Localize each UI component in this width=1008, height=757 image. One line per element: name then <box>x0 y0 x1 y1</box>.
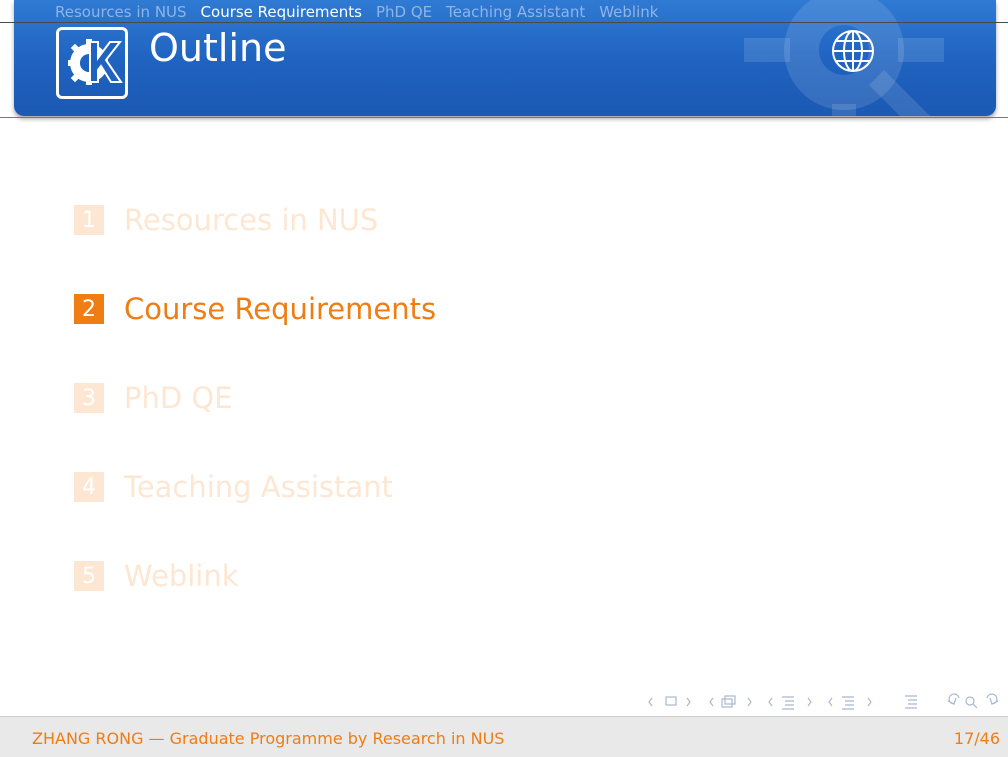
header-divider <box>0 22 1008 23</box>
document-icon[interactable] <box>842 696 854 710</box>
frame-icon[interactable] <box>665 696 677 706</box>
outline-label-1: Resources in NUS <box>124 203 379 237</box>
globe-icon <box>832 30 874 72</box>
outline-number-1: 1 <box>74 205 104 235</box>
nav-weblink[interactable]: Weblink <box>599 3 658 21</box>
header-bottom-divider <box>0 117 1008 118</box>
nav-course-requirements[interactable]: Course Requirements <box>201 3 362 21</box>
footer-bar: ZHANG RONG — Graduate Programme by Resea… <box>0 716 1008 757</box>
beamer-navigation-symbols <box>648 692 1003 712</box>
back-icon[interactable] <box>947 693 960 705</box>
next-subsection-icon[interactable] <box>747 697 752 707</box>
prev-frame-icon[interactable] <box>648 697 653 707</box>
section-icon[interactable] <box>782 696 794 710</box>
appendix-icon[interactable] <box>905 695 917 709</box>
search-icon[interactable] <box>965 696 978 709</box>
outline-label-3: PhD QE <box>124 381 233 415</box>
prev-subsection-icon[interactable] <box>709 697 714 707</box>
next-section-icon[interactable] <box>807 697 812 707</box>
outline-item-2[interactable]: 2 Course Requirements <box>74 292 436 326</box>
frame-title: Outline <box>149 26 287 70</box>
footer-author-title: ZHANG RONG — Graduate Programme by Resea… <box>32 729 505 748</box>
outline-number-3: 3 <box>74 383 104 413</box>
nav-teaching-assistant[interactable]: Teaching Assistant <box>446 3 585 21</box>
outline-item-5[interactable]: 5 Weblink <box>74 559 239 593</box>
outline-label-5: Weblink <box>124 559 239 593</box>
next-document-icon[interactable] <box>867 697 872 707</box>
outline-label-4: Teaching Assistant <box>124 470 393 504</box>
prev-section-icon[interactable] <box>768 697 773 707</box>
header-band: Resources in NUS Course Requirements PhD… <box>14 0 996 116</box>
outline-label-2: Course Requirements <box>124 292 437 326</box>
nav-phd-qe[interactable]: PhD QE <box>376 3 432 21</box>
outline-number-4: 4 <box>74 472 104 502</box>
outline-item-1[interactable]: 1 Resources in NUS <box>74 203 378 237</box>
outline-item-3[interactable]: 3 PhD QE <box>74 381 233 415</box>
section-navbar: Resources in NUS Course Requirements PhD… <box>55 3 658 21</box>
next-frame-icon[interactable] <box>686 697 691 707</box>
page-number: 17/46 <box>953 729 1000 748</box>
nav-resources-in-nus[interactable]: Resources in NUS <box>55 3 187 21</box>
kde-logo-icon <box>56 27 128 99</box>
subsection-icon[interactable] <box>721 695 736 708</box>
outline-number-2: 2 <box>74 294 104 324</box>
outline-item-4[interactable]: 4 Teaching Assistant <box>74 470 393 504</box>
forward-icon[interactable] <box>986 693 999 705</box>
outline-number-5: 5 <box>74 561 104 591</box>
prev-document-icon[interactable] <box>828 697 833 707</box>
